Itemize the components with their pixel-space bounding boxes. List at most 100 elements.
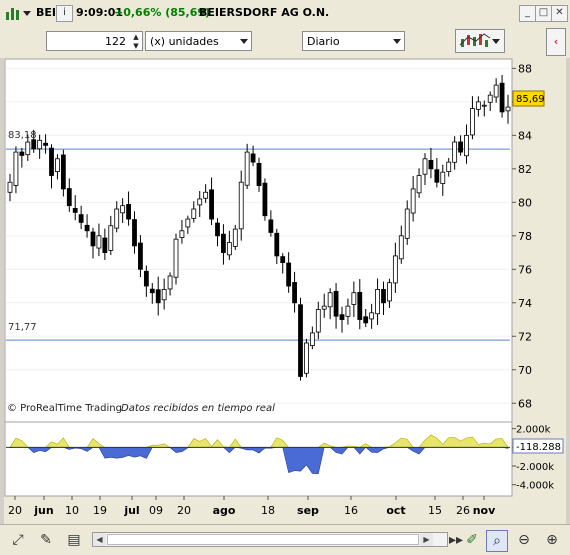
candle[interactable] <box>226 242 232 256</box>
candle[interactable] <box>292 282 297 304</box>
candle[interactable] <box>256 162 262 186</box>
candle[interactable] <box>333 290 339 317</box>
candle[interactable] <box>286 262 292 287</box>
candle[interactable] <box>78 214 84 223</box>
zoom-out-icon[interactable]: ⊖ <box>514 530 534 550</box>
indicator-plot-area[interactable] <box>4 421 513 497</box>
price-plot-area[interactable] <box>4 58 513 478</box>
pointer-tool-icon[interactable]: ✎ <box>36 530 56 550</box>
candle[interactable] <box>185 218 191 228</box>
candle[interactable] <box>351 292 357 305</box>
candle[interactable] <box>339 314 345 320</box>
candle[interactable] <box>179 230 185 239</box>
scroll-thumb[interactable] <box>107 534 419 545</box>
candle[interactable] <box>238 181 244 230</box>
scroll-right-icon[interactable]: ▶ <box>420 533 433 546</box>
candle[interactable] <box>55 158 60 173</box>
candle[interactable] <box>197 198 203 206</box>
candle[interactable] <box>221 233 226 253</box>
candle[interactable] <box>309 332 315 347</box>
period-select[interactable]: Diario <box>302 31 405 51</box>
candle[interactable] <box>280 256 286 264</box>
scroll-left-icon[interactable]: ◀ <box>93 533 106 546</box>
candle[interactable] <box>422 158 428 175</box>
candle[interactable] <box>357 291 363 320</box>
candle[interactable] <box>404 208 410 239</box>
candle[interactable] <box>43 142 48 146</box>
price-chart[interactable]: 6870727476788082848688 2.000k-2.000k-4.0… <box>4 58 566 524</box>
candle[interactable] <box>72 208 78 213</box>
candle[interactable] <box>268 219 274 233</box>
candle[interactable] <box>167 275 173 290</box>
maximize-icon[interactable]: □ <box>535 5 552 22</box>
candle[interactable] <box>102 237 108 253</box>
candle[interactable] <box>173 238 179 278</box>
candle[interactable] <box>250 153 256 163</box>
chart-svg[interactable]: 6870727476788082848688 2.000k-2.000k-4.0… <box>4 58 566 524</box>
candle[interactable] <box>13 151 19 186</box>
candle[interactable] <box>381 288 386 304</box>
candle[interactable] <box>25 141 31 156</box>
chart-type-button[interactable] <box>455 29 505 53</box>
candle[interactable] <box>96 235 102 249</box>
side-panel-toggle-icon[interactable]: ‹ <box>546 28 566 56</box>
candle[interactable] <box>440 171 446 184</box>
candle[interactable] <box>114 208 120 229</box>
candle[interactable] <box>321 305 327 310</box>
zoom-chart-icon[interactable]: ⤢ <box>8 530 28 550</box>
candle[interactable] <box>369 312 375 320</box>
candle[interactable] <box>458 141 463 153</box>
candle[interactable] <box>7 181 13 193</box>
candle[interactable] <box>392 255 398 284</box>
zoom-in-icon[interactable]: ⊕ <box>542 530 562 550</box>
candle[interactable] <box>19 151 25 156</box>
candle[interactable] <box>143 270 149 287</box>
candle[interactable] <box>108 225 114 251</box>
candle[interactable] <box>452 141 458 163</box>
candle[interactable] <box>126 204 131 220</box>
candle[interactable] <box>470 108 475 136</box>
candle[interactable] <box>416 175 422 194</box>
candle[interactable] <box>66 188 72 207</box>
candle[interactable] <box>203 191 209 199</box>
menu-arrow-icon[interactable] <box>23 11 31 16</box>
candle[interactable] <box>149 288 155 294</box>
minimize-icon[interactable]: _ <box>519 5 536 22</box>
candle[interactable] <box>298 304 303 377</box>
candle[interactable] <box>398 235 404 260</box>
info-icon[interactable]: i <box>56 5 73 22</box>
candle[interactable] <box>84 224 90 232</box>
spin-up-icon[interactable]: ▲ <box>131 33 141 42</box>
candle[interactable] <box>191 208 197 219</box>
zoom-select-icon[interactable]: ⌕ <box>486 530 508 552</box>
candle[interactable] <box>505 106 511 112</box>
candle[interactable] <box>475 101 481 110</box>
app-chart-icon[interactable] <box>4 5 20 21</box>
candle[interactable] <box>481 104 487 107</box>
candle[interactable] <box>60 154 66 190</box>
candle[interactable] <box>345 305 351 317</box>
candle[interactable] <box>262 182 268 217</box>
candle[interactable] <box>387 282 392 302</box>
candle[interactable] <box>499 82 505 113</box>
export-icon[interactable]: ▤ <box>64 530 84 550</box>
candle[interactable] <box>244 151 250 186</box>
candle[interactable] <box>209 189 214 220</box>
candle[interactable] <box>410 188 416 214</box>
candle[interactable] <box>315 309 321 333</box>
candle[interactable] <box>37 139 43 150</box>
close-icon[interactable]: ✕ <box>551 5 568 22</box>
candle[interactable] <box>375 288 380 315</box>
candle[interactable] <box>132 219 137 247</box>
candle[interactable] <box>232 228 238 247</box>
candle[interactable] <box>493 84 499 98</box>
unit-select[interactable]: (x) unidades <box>145 31 252 51</box>
candle[interactable] <box>138 242 143 270</box>
candle[interactable] <box>304 342 309 374</box>
candle[interactable] <box>487 94 493 103</box>
candle[interactable] <box>90 231 96 247</box>
candle[interactable] <box>327 292 333 308</box>
candle[interactable] <box>434 169 440 183</box>
candle[interactable] <box>161 288 167 301</box>
candle[interactable] <box>155 289 161 304</box>
